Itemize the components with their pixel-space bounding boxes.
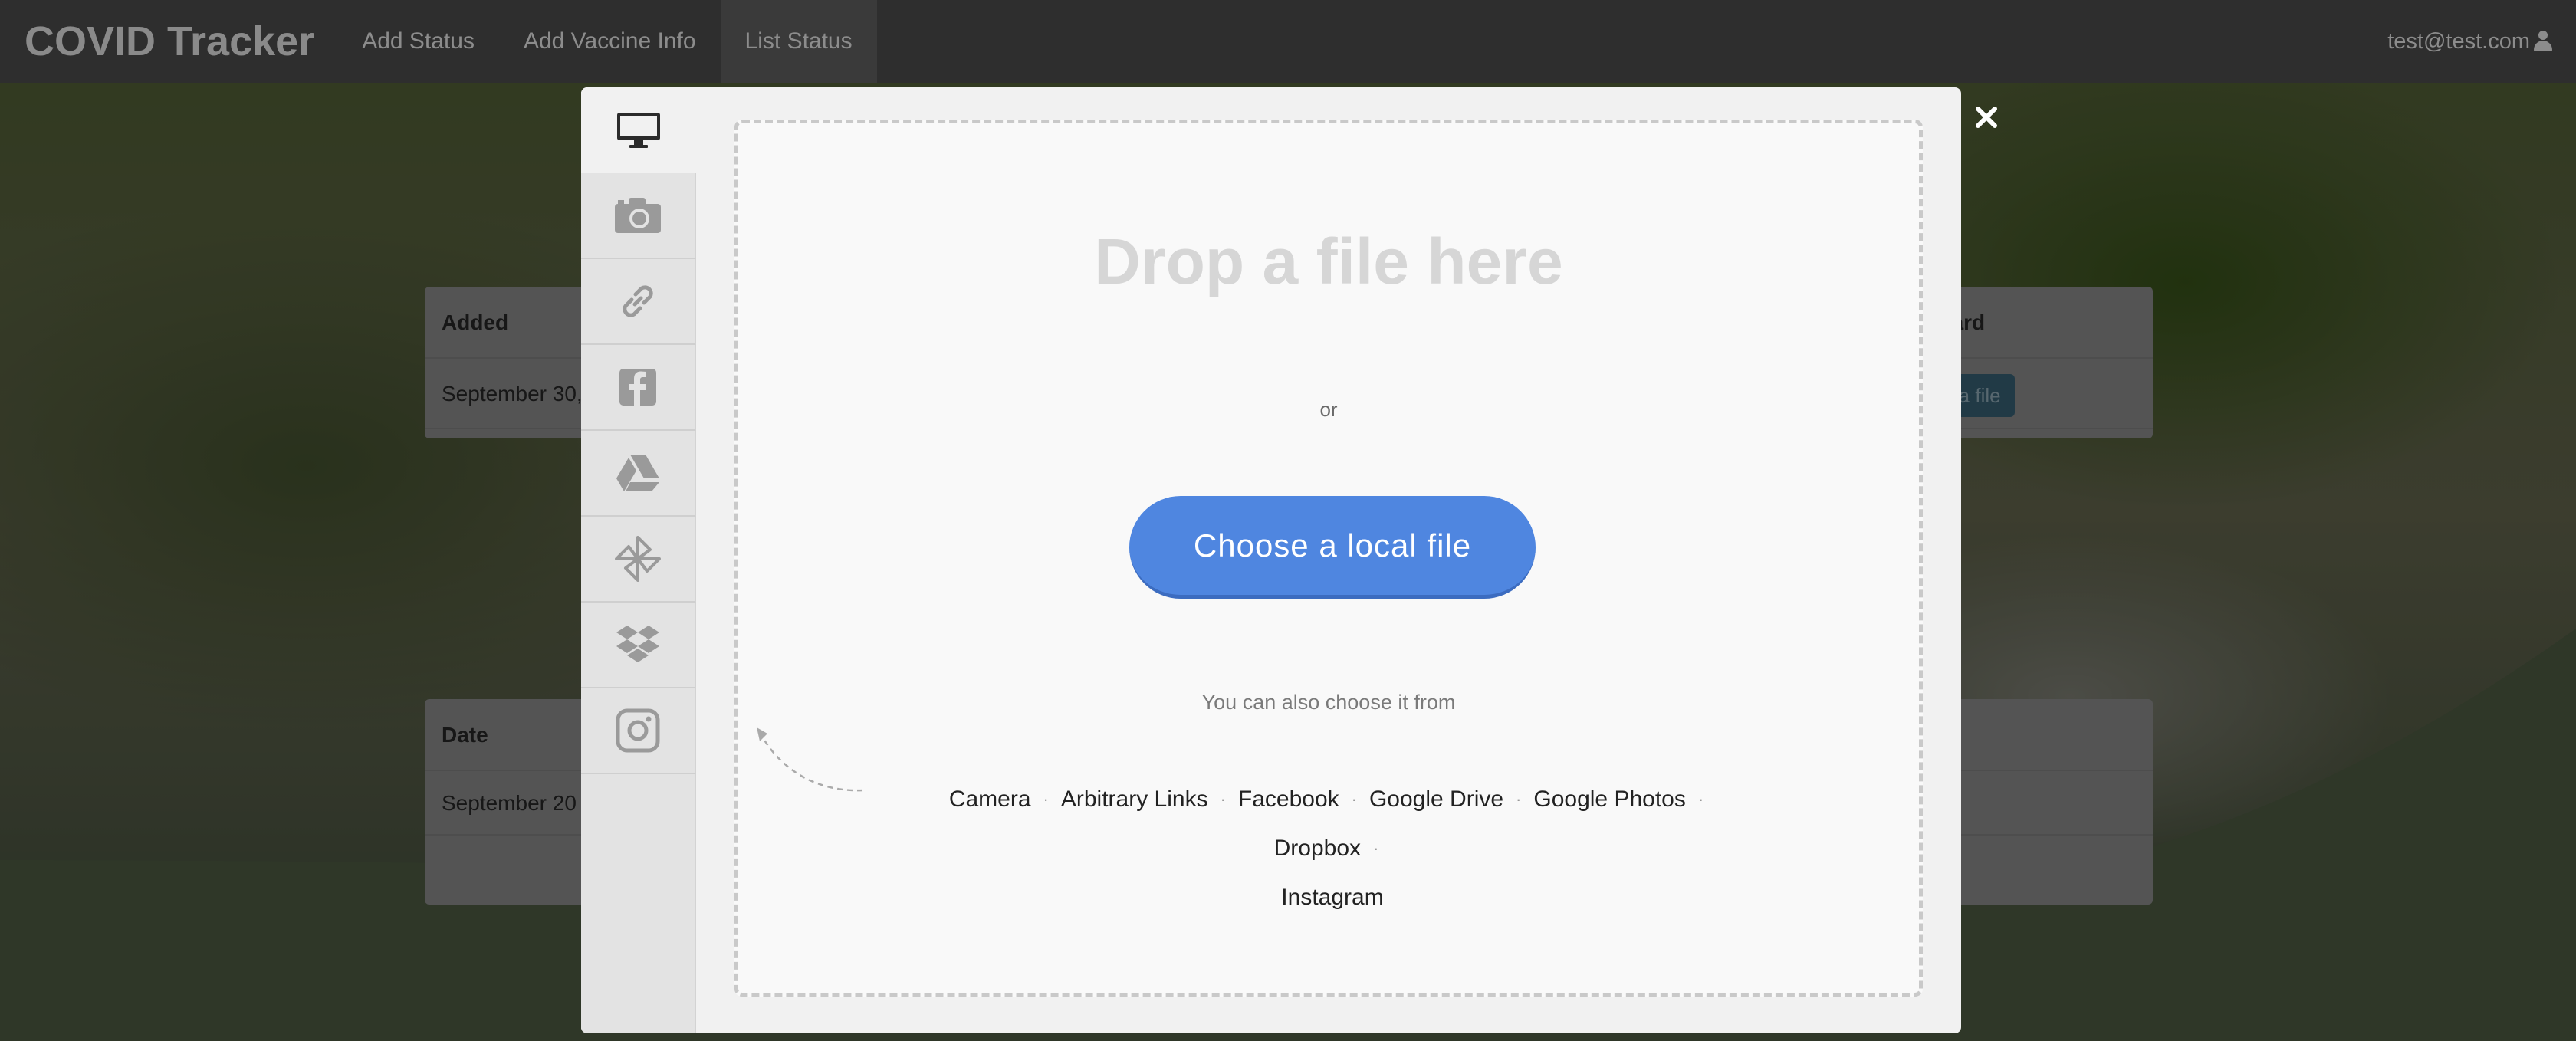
source-link-google-drive[interactable]: Google Drive bbox=[1369, 775, 1503, 824]
separator-dot: · bbox=[1220, 790, 1226, 809]
source-tab-link[interactable] bbox=[581, 259, 696, 345]
source-tab-dropbox[interactable] bbox=[581, 603, 696, 688]
source-sidebar bbox=[581, 87, 696, 1033]
sidebar-filler bbox=[581, 774, 696, 1033]
also-choose-text: You can also choose it from bbox=[1201, 691, 1456, 714]
nav-list-status[interactable]: List Status bbox=[720, 0, 877, 83]
monitor-icon bbox=[617, 113, 660, 148]
brand-title[interactable]: COVID Tracker bbox=[25, 18, 314, 65]
source-link-arbitrary-links[interactable]: Arbitrary Links bbox=[1061, 775, 1208, 824]
user-email[interactable]: test@test.com bbox=[2387, 29, 2530, 54]
separator-dot: · bbox=[1043, 790, 1049, 809]
source-link-dropbox[interactable]: Dropbox bbox=[1274, 824, 1361, 873]
nav-add-vaccine-info[interactable]: Add Vaccine Info bbox=[499, 0, 721, 83]
source-tab-facebook[interactable] bbox=[581, 345, 696, 431]
source-tab-camera[interactable] bbox=[581, 173, 696, 259]
curved-arrow-icon bbox=[757, 727, 863, 792]
drop-title: Drop a file here bbox=[1094, 225, 1563, 297]
source-tab-local[interactable] bbox=[581, 87, 696, 173]
facebook-icon bbox=[619, 369, 656, 406]
close-modal-button[interactable] bbox=[1969, 100, 2004, 135]
separator-dot: · bbox=[1697, 790, 1704, 809]
close-icon bbox=[1976, 107, 1997, 128]
user-icon bbox=[2533, 31, 2553, 52]
separator-dot: · bbox=[1351, 790, 1357, 809]
drop-zone[interactable]: Drop a file here or Choose a local file … bbox=[734, 120, 1923, 997]
source-tab-google-photos[interactable] bbox=[581, 517, 696, 603]
google-photos-icon bbox=[615, 536, 661, 582]
link-icon bbox=[623, 285, 653, 317]
source-tab-instagram[interactable] bbox=[581, 688, 696, 774]
source-link-google-photos[interactable]: Google Photos bbox=[1533, 775, 1685, 824]
navbar: COVID Tracker Add Status Add Vaccine Inf… bbox=[0, 0, 2576, 83]
or-text: or bbox=[1319, 398, 1338, 421]
instagram-icon bbox=[616, 708, 660, 753]
source-links: Camera · Arbitrary Links · Facebook · Google D… bbox=[907, 775, 1758, 922]
camera-icon bbox=[615, 198, 661, 233]
choose-local-file-button[interactable]: Choose a local file bbox=[1129, 496, 1536, 599]
user-menu[interactable]: test@test.com bbox=[2387, 0, 2553, 83]
separator-dot: · bbox=[1373, 839, 1379, 858]
google-drive-icon bbox=[616, 455, 659, 491]
source-link-facebook[interactable]: Facebook bbox=[1238, 775, 1339, 824]
source-tab-google-drive[interactable] bbox=[581, 431, 696, 517]
dropbox-icon bbox=[616, 626, 659, 662]
source-link-camera[interactable]: Camera bbox=[949, 775, 1031, 824]
source-link-instagram[interactable]: Instagram bbox=[1281, 873, 1383, 922]
nav-add-status[interactable]: Add Status bbox=[337, 0, 499, 83]
file-picker-modal: Drop a file here or Choose a local file … bbox=[581, 87, 1961, 1033]
separator-dot: · bbox=[1516, 790, 1522, 809]
